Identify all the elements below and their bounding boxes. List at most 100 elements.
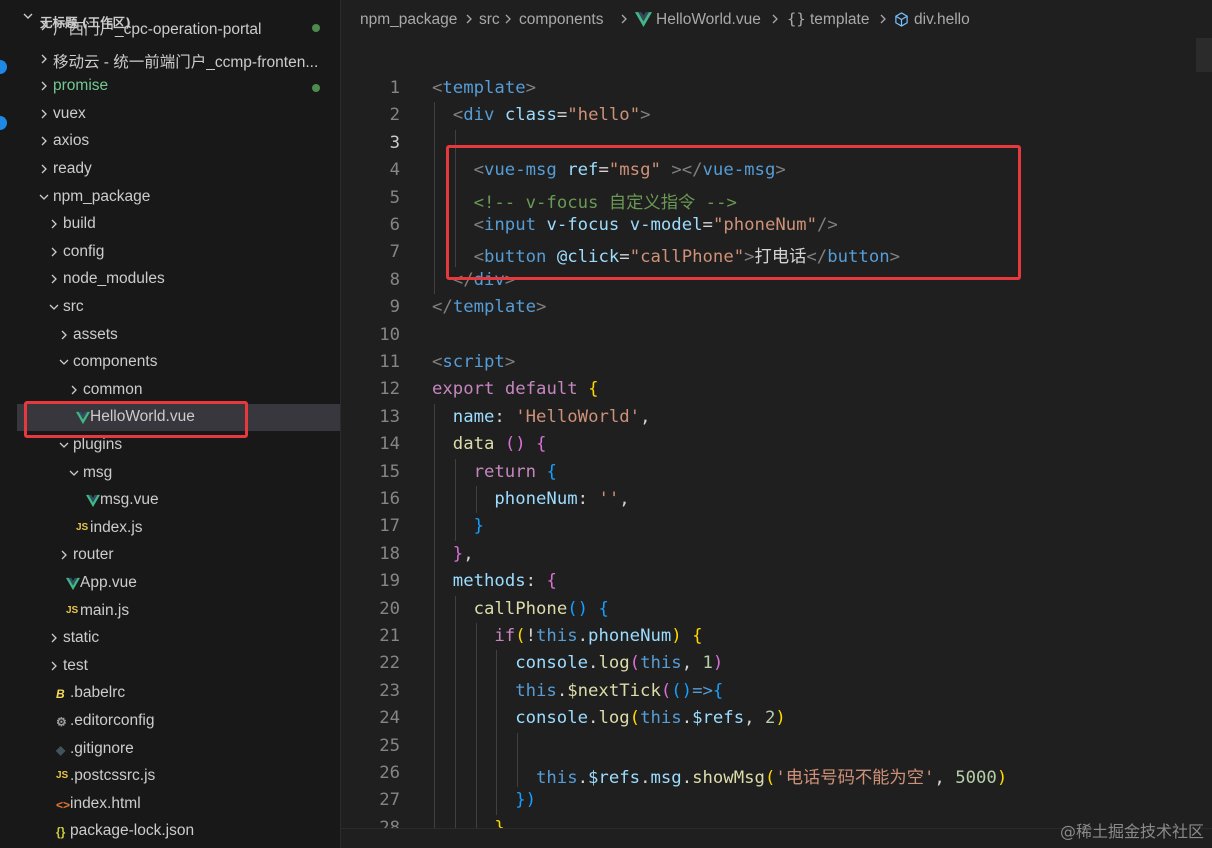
code-text: export default { <box>432 379 599 399</box>
tree-item-static[interactable]: static <box>17 625 340 652</box>
code-line: 1 <template> <box>341 75 1212 102</box>
tree-item-build[interactable]: build <box>17 211 340 238</box>
code-token: ) <box>775 708 786 729</box>
code-line: 13 name: 'HelloWorld', <box>341 403 1212 432</box>
code-token: () <box>504 434 526 455</box>
code-line: 12 export default { <box>341 376 1212 403</box>
code-token: $nextTick <box>567 680 661 701</box>
code-token: . <box>588 708 599 729</box>
tree-item-test[interactable]: test <box>17 653 340 680</box>
tree-item-node-modules[interactable]: node_modules <box>17 266 340 293</box>
line-number: 15 <box>379 461 400 482</box>
indent-guide <box>454 650 456 678</box>
breadcrumb-item[interactable]: template <box>810 11 869 29</box>
tree-item-label: vuex <box>53 104 86 122</box>
tree-item-editorconfig[interactable]: ⚙ .editorconfig <box>17 708 340 735</box>
tree-item-vuex[interactable]: vuex <box>17 101 340 128</box>
tree-item-postcssrc-js[interactable]: JS .postcssrc.js <box>17 763 340 790</box>
tree-item-assets[interactable]: assets <box>17 322 340 349</box>
code-token: < <box>452 105 464 126</box>
tree-item-ready[interactable]: ready <box>17 156 340 183</box>
breadcrumb-item[interactable]: src <box>479 11 500 29</box>
line-number: 22 <box>379 653 400 674</box>
indent-guide <box>434 787 435 815</box>
code-line: 24 console.log(this.$refs, 2) <box>341 705 1212 733</box>
tree-item-msg-vue[interactable]: msg.vue <box>17 487 340 514</box>
code-line: 10 <box>341 322 1212 349</box>
code-token: export <box>432 379 495 400</box>
tree-item-gitignore[interactable]: ◆ .gitignore <box>17 736 340 763</box>
activity-badge <box>0 60 7 74</box>
tree-item-components[interactable]: components <box>17 349 340 376</box>
tree-item-main-js[interactable]: JS main.js <box>17 598 340 625</box>
indent-guide <box>496 760 498 788</box>
tree-item-promise[interactable]: promise <box>17 73 340 100</box>
tree-item-label: ready <box>53 160 92 177</box>
line-number: 23 <box>379 680 400 701</box>
code-line: 20 callPhone() { <box>341 595 1212 623</box>
indent-guide <box>475 486 477 514</box>
indent-guide <box>434 650 435 678</box>
tree-item-label: build <box>63 215 96 233</box>
breadcrumb-item[interactable]: npm_package <box>360 11 457 29</box>
tree-item-config[interactable]: config <box>17 239 340 266</box>
code-token: 'HelloWorld' <box>515 406 641 427</box>
line-number: 14 <box>379 434 400 455</box>
code-token: ) <box>712 653 724 674</box>
line-number: 3 <box>389 132 400 153</box>
code-text: return { <box>474 462 557 482</box>
code-token: . <box>577 768 589 788</box>
code-token: { <box>546 461 557 482</box>
editor-side-control[interactable] <box>1196 38 1212 72</box>
code-token: this <box>640 653 682 674</box>
tree-item-msg[interactable]: msg <box>17 460 340 487</box>
indent-guide <box>454 787 456 815</box>
breadcrumb-item[interactable]: components <box>519 11 603 29</box>
tree-item-package-lock-json[interactable]: {} package-lock.json <box>17 818 340 845</box>
breadcrumb-item[interactable]: div.hello <box>914 11 970 29</box>
line-number: 19 <box>379 571 400 592</box>
tree-item-babelrc[interactable]: B .babelrc <box>17 680 340 707</box>
indent-guide <box>496 677 498 706</box>
highlight-box-file <box>24 401 248 438</box>
tree-item-cpc-operation-portal[interactable]: 广西门户_cpc-operation-portal <box>17 13 340 40</box>
indent-guide <box>434 677 435 706</box>
code-token: () <box>671 680 693 701</box>
indent-guide <box>454 732 456 760</box>
chevron-right-icon <box>41 21 47 31</box>
modified-dot <box>312 84 320 93</box>
tree-item-common[interactable]: common <box>17 377 340 404</box>
gear-icon: ⚙ <box>56 715 67 729</box>
tree-item-src[interactable]: src <box>17 294 340 321</box>
code-token: : <box>577 489 599 509</box>
indent-guide <box>475 732 477 760</box>
chevron-down-icon <box>59 359 69 366</box>
code-token: class <box>504 105 557 126</box>
tree-item-label: App.vue <box>80 574 137 591</box>
tree-item-app-vue[interactable]: App.vue <box>17 570 340 597</box>
breadcrumb-item[interactable]: HelloWorld.vue <box>656 11 761 29</box>
indent-guide <box>475 787 477 815</box>
tree-item-ccmp-fronten[interactable]: 移动云 - 统一前端门户_ccmp-fronten... <box>17 46 340 73</box>
tree-item-index-html[interactable]: <> index.html <box>17 791 340 818</box>
code-token: 2 <box>764 708 776 729</box>
tree-item-index-js[interactable]: JS index.js <box>17 515 340 542</box>
code-token: ( <box>660 680 672 701</box>
indent-guide <box>434 403 435 432</box>
babel-file-icon: B <box>56 687 65 702</box>
code-token: ( <box>515 626 526 646</box>
code-token: if <box>494 626 516 646</box>
tree-item-axios[interactable]: axios <box>17 128 340 155</box>
tree-item-label: router <box>73 546 114 564</box>
code-token: { <box>588 379 599 400</box>
code-token: template <box>442 78 526 98</box>
code-token: , <box>934 768 956 788</box>
tree-item-npm-package[interactable]: npm_package <box>17 184 340 211</box>
indent-guide <box>434 732 435 760</box>
tree-item-label: .editorconfig <box>70 712 155 729</box>
tree-item-router[interactable]: router <box>17 542 340 569</box>
chevron-right-icon <box>51 274 57 284</box>
